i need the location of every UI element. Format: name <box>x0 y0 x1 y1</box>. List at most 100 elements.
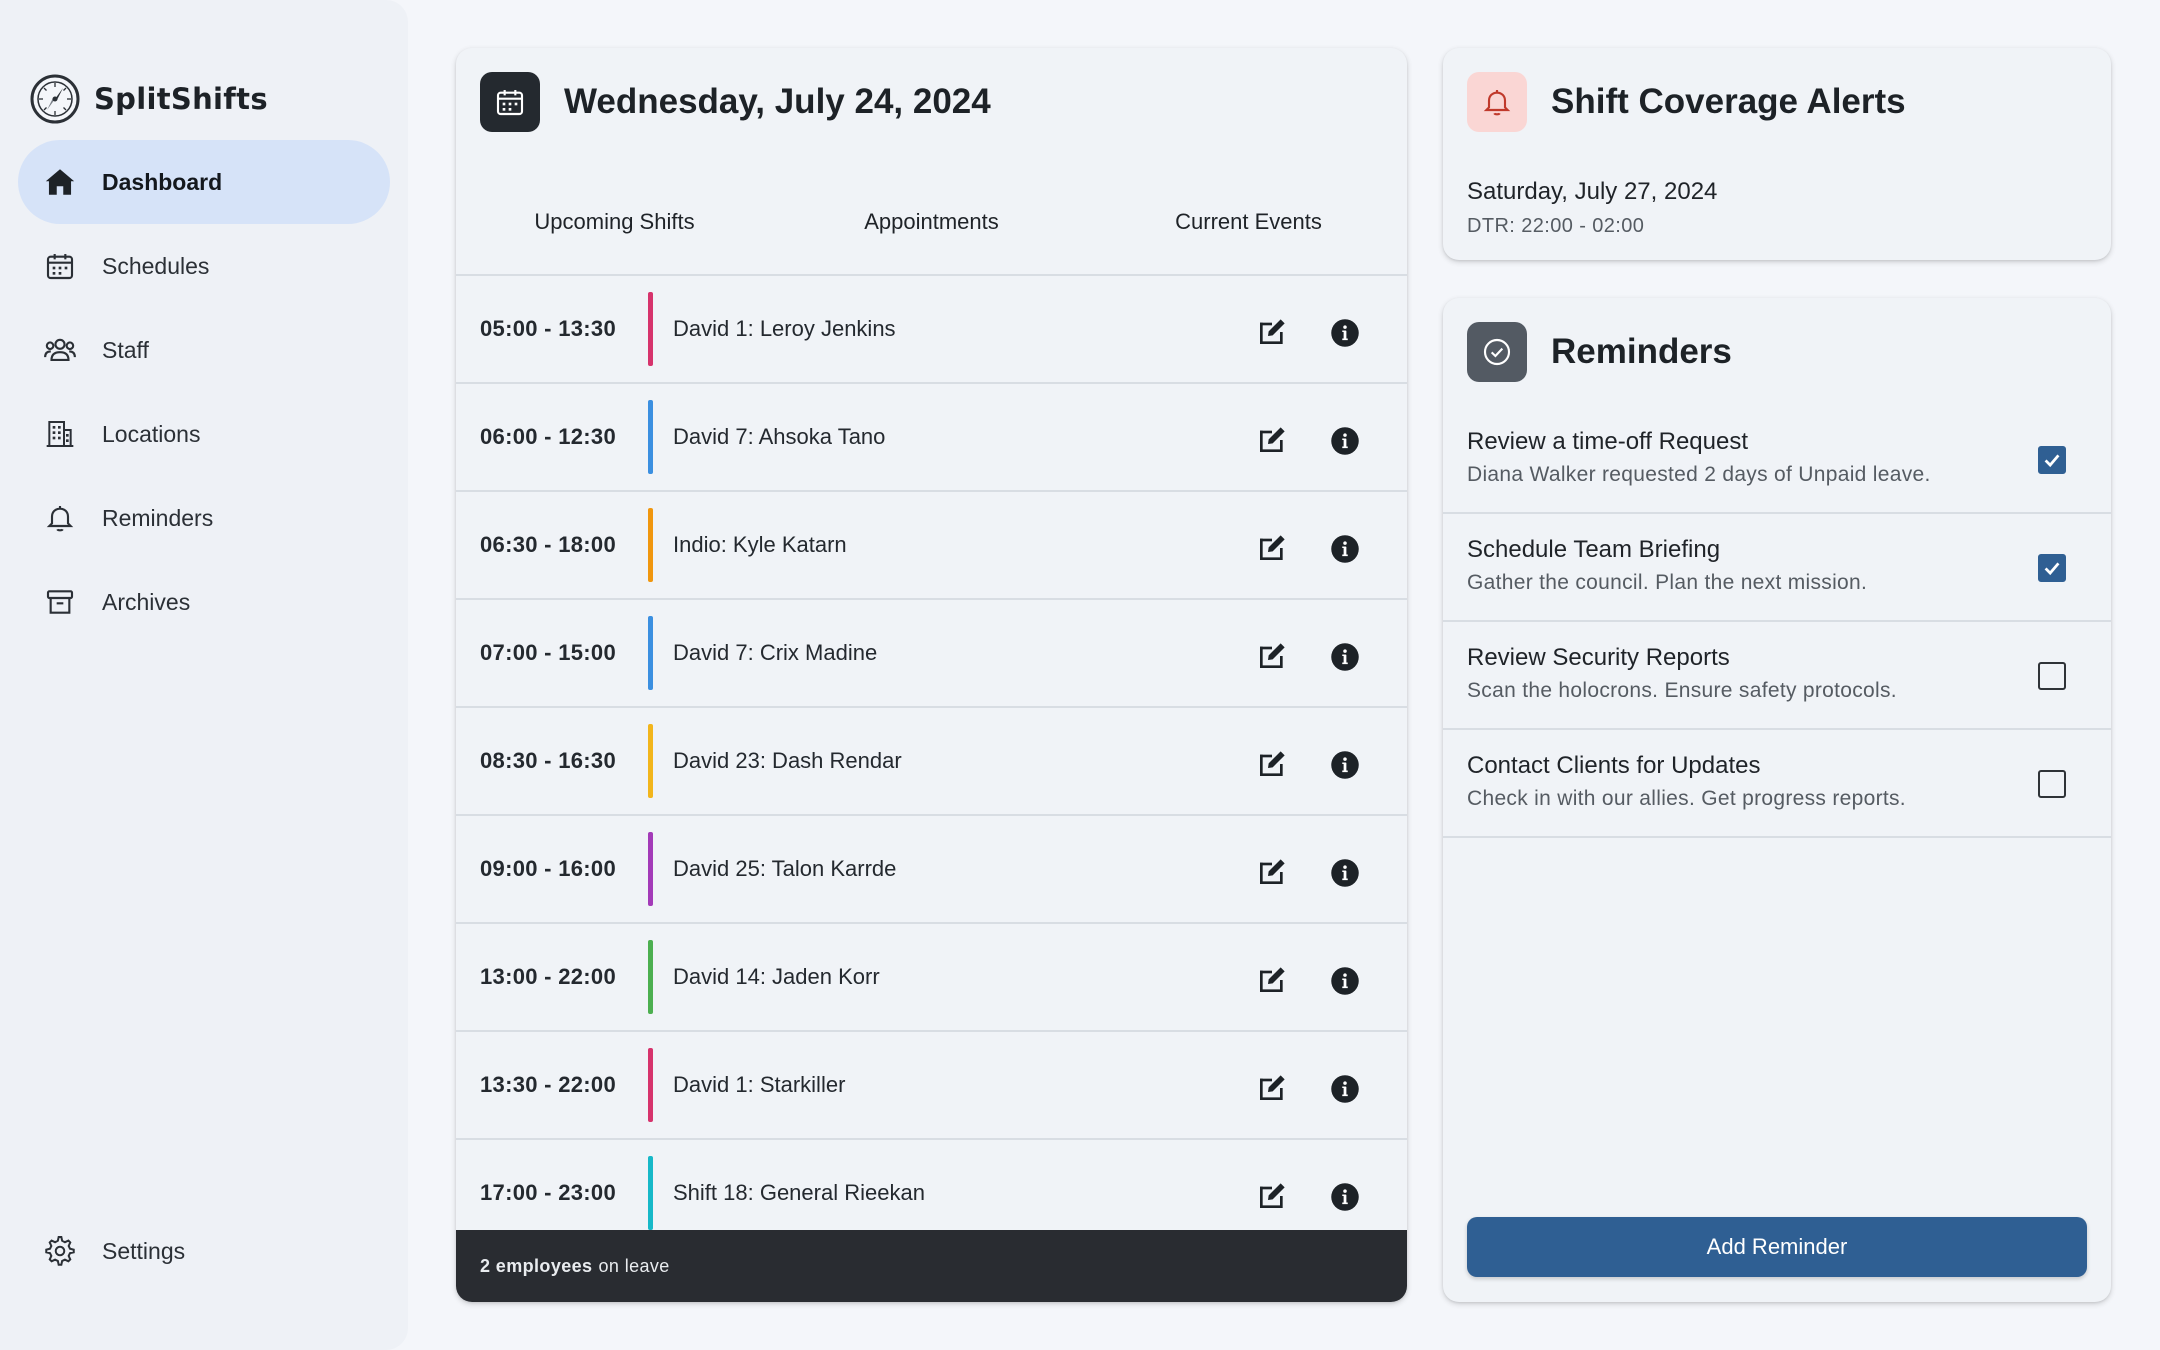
bell-icon <box>1467 72 1527 132</box>
info-icon[interactable] <box>1330 534 1360 564</box>
shift-row[interactable]: 09:00 - 16:00 David 25: Talon Karrde <box>456 816 1407 924</box>
tab-appointments[interactable]: Appointments <box>773 170 1090 274</box>
reminder-checkbox[interactable] <box>2038 662 2066 690</box>
reminder-subtitle: Diana Walker requested 2 days of Unpaid … <box>1467 463 1931 486</box>
reminder-list: Review a time-off Request Diana Walker re… <box>1443 406 2111 838</box>
calendar-icon <box>480 72 540 132</box>
sidebar-item-label: Settings <box>102 1237 186 1264</box>
shift-color-bar <box>648 724 653 798</box>
info-icon[interactable] <box>1330 318 1360 348</box>
shift-label: David 23: Dash Rendar <box>673 748 902 773</box>
shift-time: 05:00 - 13:30 <box>480 316 616 341</box>
shift-label: David 1: Starkiller <box>673 1072 846 1097</box>
info-icon[interactable] <box>1330 1074 1360 1104</box>
shift-time: 13:30 - 22:00 <box>480 1072 616 1097</box>
sidebar-item-label: Locations <box>102 420 201 447</box>
checkmark-icon <box>2044 454 2060 468</box>
reminder-checkbox[interactable] <box>2038 554 2066 582</box>
reminder-subtitle: Gather the council. Plan the next missio… <box>1467 571 1868 594</box>
gear-icon <box>42 1233 78 1269</box>
reminder-checkbox[interactable] <box>2038 446 2066 474</box>
tab-current-events[interactable]: Current Events <box>1090 170 1407 274</box>
shift-coverage-alerts-card: Shift Coverage Alerts Saturday, July 27,… <box>1443 48 2111 260</box>
shift-color-bar <box>648 292 653 366</box>
shift-label: Indio: Kyle Katarn <box>673 532 847 557</box>
edit-icon[interactable] <box>1256 424 1288 456</box>
reminder-item: Review Security Reports Scan the holocron… <box>1443 622 2111 730</box>
sidebar-item-schedules[interactable]: Schedules <box>18 224 390 308</box>
shift-color-bar <box>648 508 653 582</box>
info-icon[interactable] <box>1330 426 1360 456</box>
check-circle-icon <box>1467 322 1527 382</box>
info-icon[interactable] <box>1330 966 1360 996</box>
edit-icon[interactable] <box>1256 964 1288 996</box>
shift-row[interactable]: 07:00 - 15:00 David 7: Crix Madine <box>456 600 1407 708</box>
shift-color-bar <box>648 1048 653 1122</box>
info-icon[interactable] <box>1330 750 1360 780</box>
shift-row[interactable]: 13:00 - 22:00 David 14: Jaden Korr <box>456 924 1407 1032</box>
checkmark-icon <box>2044 562 2060 576</box>
sidebar-item-dashboard[interactable]: Dashboard <box>18 140 390 224</box>
sidebar-item-archives[interactable]: Archives <box>18 560 390 644</box>
app-name: SplitShifts <box>94 82 268 116</box>
sidebar-item-label: Staff <box>102 336 149 363</box>
shift-time: 06:30 - 18:00 <box>480 532 616 557</box>
info-icon[interactable] <box>1330 858 1360 888</box>
edit-icon[interactable] <box>1256 1180 1288 1212</box>
sidebar-item-reminders[interactable]: Reminders <box>18 476 390 560</box>
shift-time: 07:00 - 15:00 <box>480 640 616 665</box>
sidebar-item-locations[interactable]: Locations <box>18 392 390 476</box>
shift-time: 09:00 - 16:00 <box>480 856 616 881</box>
leave-suffix: on leave <box>598 1255 670 1276</box>
shift-tabs: Upcoming Shifts Appointments Current Eve… <box>456 170 1407 276</box>
info-icon[interactable] <box>1330 1182 1360 1212</box>
edit-icon[interactable] <box>1256 640 1288 672</box>
shift-row[interactable]: 13:30 - 22:00 David 1: Starkiller <box>456 1032 1407 1140</box>
shift-color-bar <box>648 400 653 474</box>
sidebar-item-label: Archives <box>102 588 191 615</box>
reminder-subtitle: Scan the holocrons. Ensure safety protoc… <box>1467 679 1897 702</box>
sidebar-settings: Settings <box>18 1209 390 1293</box>
building-icon <box>42 416 78 452</box>
reminder-item: Contact Clients for Updates Check in with… <box>1443 730 2111 838</box>
shift-list: 05:00 - 13:30 David 1: Leroy Jenkins 06:00… <box>456 276 1407 1278</box>
tab-upcoming-shifts[interactable]: Upcoming Shifts <box>456 170 773 274</box>
shift-row[interactable]: 06:00 - 12:30 David 7: Ahsoka Tano <box>456 384 1407 492</box>
leave-status-bar: 2 employees on leave <box>456 1230 1407 1302</box>
brand[interactable]: SplitShifts <box>30 74 268 124</box>
reminder-item: Review a time-off Request Diana Walker re… <box>1443 406 2111 514</box>
edit-icon[interactable] <box>1256 748 1288 780</box>
reminders-title: Reminders <box>1551 332 1732 371</box>
shift-row[interactable]: 08:30 - 16:30 David 23: Dash Rendar <box>456 708 1407 816</box>
shift-time: 06:00 - 12:30 <box>480 424 616 449</box>
add-reminder-button[interactable]: Add Reminder <box>1467 1217 2087 1277</box>
shifts-header: Wednesday, July 24, 2024 <box>480 72 991 132</box>
reminder-title: Schedule Team Briefing <box>1467 536 1721 563</box>
compass-clock-logo-icon <box>30 74 80 124</box>
reminder-title: Review Security Reports <box>1467 644 1730 671</box>
reminders-card: Reminders Review a time-off Request Diana… <box>1443 298 2111 1302</box>
shift-color-bar <box>648 616 653 690</box>
info-icon[interactable] <box>1330 642 1360 672</box>
reminder-checkbox[interactable] <box>2038 770 2066 798</box>
shift-row[interactable]: 06:30 - 18:00 Indio: Kyle Katarn <box>456 492 1407 600</box>
reminder-title: Review a time-off Request <box>1467 428 1749 455</box>
edit-icon[interactable] <box>1256 532 1288 564</box>
shift-label: Shift 18: General Rieekan <box>673 1180 925 1205</box>
edit-icon[interactable] <box>1256 316 1288 348</box>
shift-time: 08:30 - 16:30 <box>480 748 616 773</box>
page-title: Wednesday, July 24, 2024 <box>564 82 991 121</box>
shift-label: David 7: Ahsoka Tano <box>673 424 886 449</box>
edit-icon[interactable] <box>1256 1072 1288 1104</box>
shift-label: David 14: Jaden Korr <box>673 964 880 989</box>
sidebar-item-staff[interactable]: Staff <box>18 308 390 392</box>
calendar-icon <box>42 248 78 284</box>
edit-icon[interactable] <box>1256 856 1288 888</box>
reminder-item: Schedule Team Briefing Gather the council… <box>1443 514 2111 622</box>
reminder-title: Contact Clients for Updates <box>1467 752 1761 779</box>
sidebar-item-label: Dashboard <box>102 168 223 195</box>
sidebar-item-settings[interactable]: Settings <box>18 1209 390 1293</box>
shift-time: 13:00 - 22:00 <box>480 964 616 989</box>
reminders-header: Reminders <box>1467 322 1732 382</box>
shift-row[interactable]: 05:00 - 13:30 David 1: Leroy Jenkins <box>456 276 1407 384</box>
